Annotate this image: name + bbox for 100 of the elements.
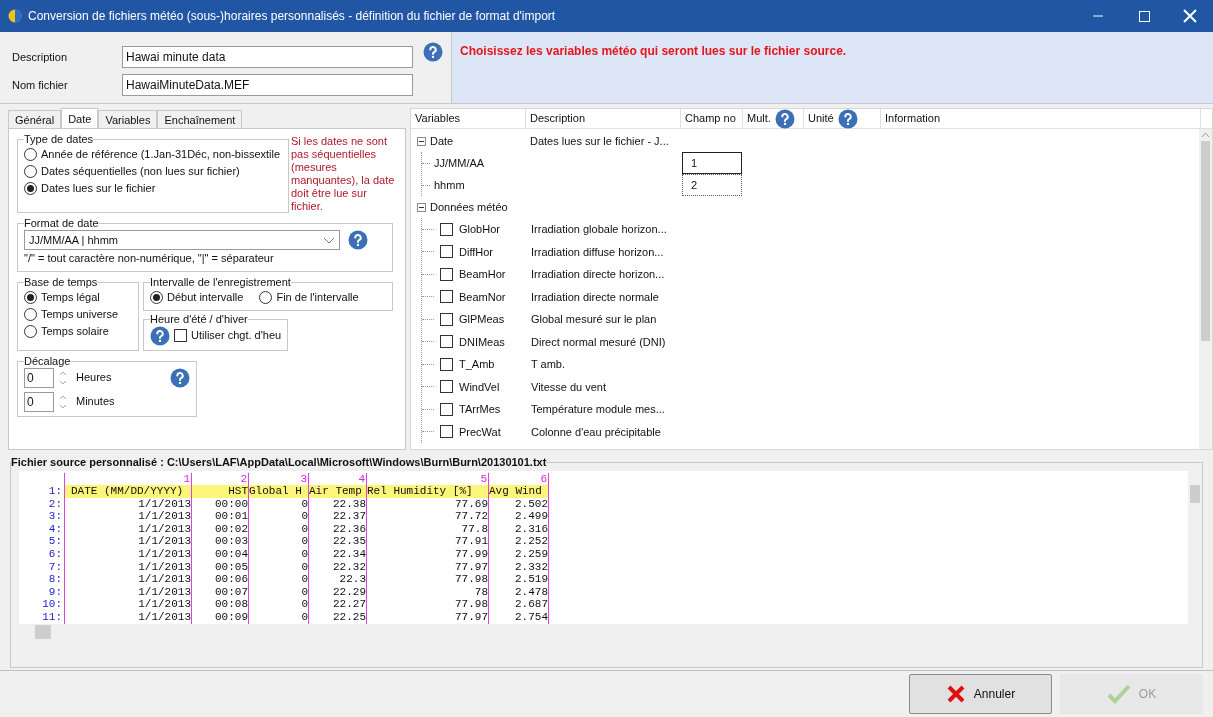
help-icon[interactable] [348, 230, 368, 250]
radio-label: Dates séquentielles (non lues sur fichier) [41, 164, 240, 180]
column-header[interactable]: Description [526, 109, 681, 128]
line-number: 6: [47, 548, 63, 561]
text-field[interactable]: Hawai minute data [122, 46, 413, 68]
checkbox[interactable] [174, 329, 187, 342]
checkbox[interactable] [440, 290, 453, 304]
help-icon[interactable] [837, 108, 858, 129]
radio-button[interactable] [150, 290, 163, 304]
table-cell: 2.252 [489, 535, 549, 549]
variable-description: Température module mes... [530, 402, 665, 417]
text-field[interactable]: HawaiMinuteData.MEF [122, 74, 413, 96]
variable-code: WindVel [459, 379, 500, 395]
checkbox[interactable] [440, 312, 453, 326]
variable-description: Dates lues sur le fichier - J... [529, 133, 669, 149]
variable-description: Global mesuré sur le plan [530, 312, 657, 327]
radio-button[interactable] [24, 165, 37, 178]
radio-button[interactable] [24, 148, 37, 161]
variable-description: T amb. [530, 357, 566, 372]
column-header[interactable]: Information [881, 109, 1201, 128]
number-field[interactable]: 0 [24, 367, 54, 388]
format-hint: "/" = tout caractère non-numérique, "|" = séparateur [24, 251, 275, 266]
table-cell: 77.69 [367, 497, 489, 511]
table-cell: 22.25 [309, 611, 367, 624]
table-cell: 1/1/2013 [64, 585, 192, 599]
table-cell: 0 [249, 573, 309, 586]
number-field[interactable]: 0 [24, 391, 54, 412]
line-number: 10: [41, 598, 63, 612]
date-format-dropdown[interactable]: JJ/MM/AA | hhmm [24, 230, 340, 250]
radio-button[interactable] [24, 324, 37, 338]
help-icon[interactable] [774, 108, 795, 129]
table-cell: 77.8 [367, 522, 489, 536]
table-cell: 1/1/2013 [64, 598, 192, 612]
tree-group-label[interactable]: Données météo [430, 198, 508, 216]
checkbox[interactable] [440, 267, 453, 281]
line-number: 3: [47, 510, 63, 523]
variable-description: Colonne d'eau précipitable [530, 424, 661, 440]
variable-description: Direct normal mesuré (DNI) [530, 334, 666, 350]
variable-description: Irradiation directe normale [530, 289, 659, 305]
radio-label: Temps universe [41, 306, 119, 322]
column-header-cell: DATE (MM/DD/YYYY) [64, 485, 192, 498]
variable-code: T_Amb [459, 357, 495, 372]
table-cell: 00:06 [192, 573, 249, 586]
table-cell: 77.97 [367, 560, 489, 574]
radio-button[interactable] [24, 182, 37, 195]
table-cell: 1/1/2013 [64, 497, 192, 511]
table-cell: 00:04 [192, 548, 249, 561]
table-cell: 77.98 [367, 573, 489, 586]
cancel-button[interactable]: Annuler [909, 674, 1052, 714]
checkbox[interactable] [440, 335, 453, 349]
field-number-cell[interactable]: 2 [682, 174, 742, 196]
table-cell: 00:08 [192, 598, 249, 612]
radio-button[interactable] [24, 290, 37, 304]
column-header[interactable]: Unité [804, 109, 881, 128]
table-cell: 78 [367, 585, 489, 599]
tab[interactable]: Variables [98, 110, 158, 128]
tree-item-label[interactable]: hhmm [434, 176, 465, 194]
table-cell: 77.97 [367, 611, 489, 624]
table-cell: 2.316 [489, 522, 549, 536]
table-cell: 2.754 [489, 611, 549, 624]
column-header[interactable]: Mult. [743, 109, 804, 128]
collapse-icon[interactable] [417, 202, 426, 212]
table-cell: 00:01 [192, 510, 249, 523]
field-number-cell[interactable]: 1 [682, 152, 742, 174]
table-cell: 1/1/2013 [64, 510, 192, 523]
column-header[interactable]: Champ no [681, 109, 743, 128]
column-header[interactable]: Variables [411, 109, 526, 128]
checkbox[interactable] [440, 402, 453, 416]
table-cell: 0 [249, 548, 309, 561]
tab[interactable]: Général [8, 110, 62, 128]
app-icon [8, 9, 22, 23]
tree-item-label[interactable]: JJ/MM/AA [434, 154, 485, 172]
vertical-scrollbar[interactable] [1199, 129, 1212, 449]
table-cell: 1/1/2013 [64, 535, 192, 549]
checkbox[interactable] [440, 357, 453, 371]
help-icon[interactable] [170, 367, 190, 388]
field-label: Description [12, 49, 69, 65]
instruction-text: Choisissez les variables météo qui seront lues sur le fichier source. [460, 44, 847, 58]
spinner-label: Minutes [76, 394, 115, 410]
tab[interactable]: Date [61, 108, 99, 128]
help-icon[interactable] [423, 42, 443, 62]
radio-button[interactable] [24, 307, 37, 321]
checkbox[interactable] [440, 245, 453, 259]
tab[interactable]: Enchaînement [157, 110, 243, 128]
radio-button[interactable] [259, 290, 273, 304]
spinner-label: Heures [76, 370, 112, 386]
table-cell: 0 [249, 598, 309, 612]
checkbox[interactable] [440, 222, 453, 236]
help-icon[interactable] [150, 325, 170, 346]
window-title: Conversion de fichiers météo (sous-)horaires personnalisés - définition du fichier de format d'import [28, 8, 556, 25]
checkbox[interactable] [440, 380, 453, 394]
tree-group-label[interactable]: Date [430, 132, 454, 150]
variable-code: DNIMeas [459, 334, 505, 350]
variable-description: Irradiation diffuse horizon... [530, 244, 664, 260]
table-cell: 0 [249, 522, 309, 536]
checkbox[interactable] [440, 425, 453, 439]
table-cell: 2.499 [489, 510, 549, 523]
collapse-icon[interactable] [417, 136, 426, 146]
table-cell: 2.519 [489, 573, 549, 586]
table-cell: 2.687 [489, 598, 549, 612]
